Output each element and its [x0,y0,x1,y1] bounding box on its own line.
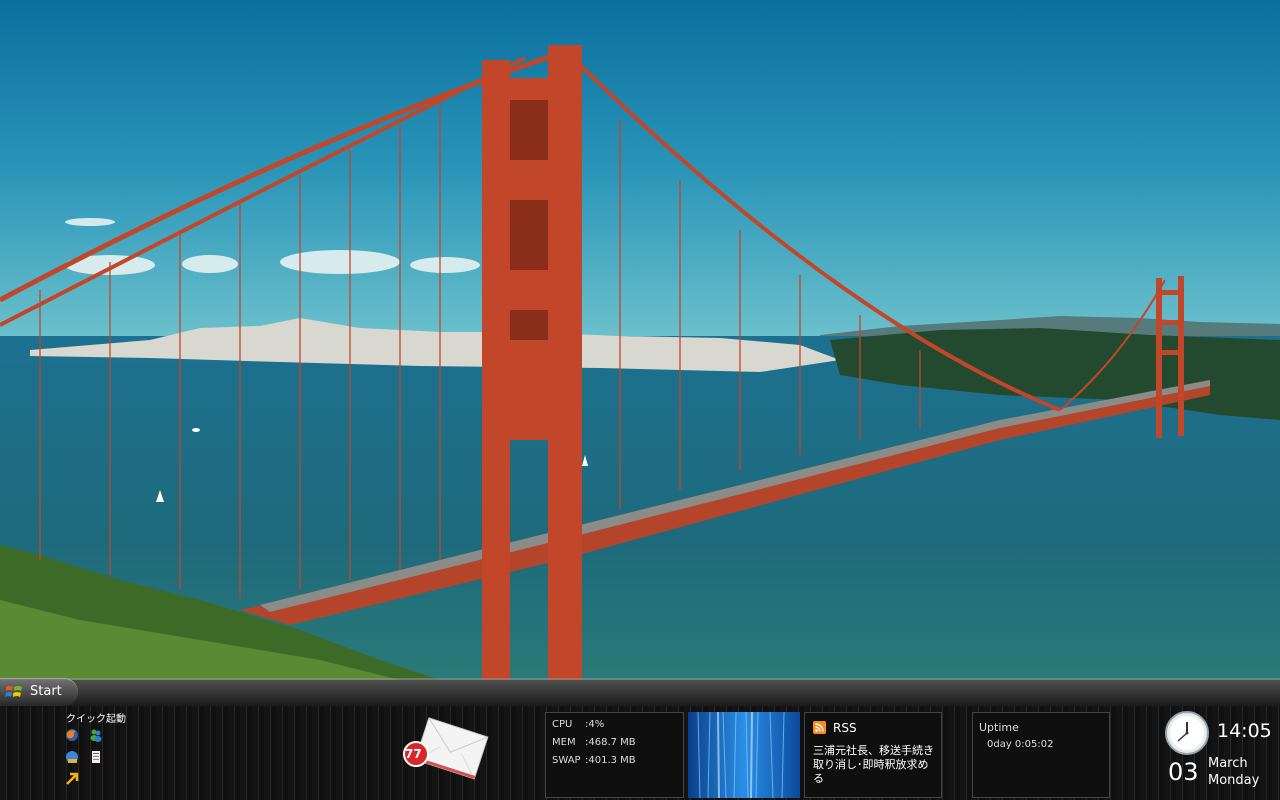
swap-label: SWAP [552,755,581,766]
clock-weekday: Monday [1208,773,1260,788]
media-visualizer [688,712,800,798]
rss-panel: RSS 三浦元社長、移送手続き取り消し･即時釈放求める [804,712,942,798]
arrow-icon[interactable] [65,772,79,786]
mem-value: :468.7 MB [585,737,636,748]
swap-value: :401.3 MB [585,755,636,766]
clock-day: 03 [1168,758,1199,786]
analog-clock-icon [1165,711,1209,755]
cpu-value: :4% [585,719,605,730]
uptime-value: 0day 0:05:02 [987,739,1054,750]
clock-month: March [1208,756,1248,771]
cpu-label: CPU [552,719,573,730]
rss-headline[interactable]: 三浦元社長、移送手続き取り消し･即時釈放求める [813,744,937,786]
quick-launch-title: クイック起動 [66,714,126,725]
messenger-icon[interactable] [89,728,103,742]
mail-unread-badge: 77 [405,747,422,761]
rss-icon [813,721,826,734]
sidebar-dock: クイック起動 77 CPU :4% MEM :468.7 MB SWAP :40… [0,706,1280,800]
system-monitor-panel: CPU :4% MEM :468.7 MB SWAP :401.3 MB [545,712,684,798]
clock-time: 14:05 [1217,720,1272,742]
uptime-title: Uptime [979,721,1019,734]
browser-icon[interactable] [65,750,79,764]
notepad-icon[interactable] [89,750,103,764]
start-button[interactable]: Start [0,678,78,706]
mem-label: MEM [552,737,576,748]
uptime-panel: Uptime 0day 0:05:02 [972,712,1110,798]
taskbar: Start [0,678,1280,706]
firefox-icon[interactable] [65,728,79,742]
windows-logo-icon [5,686,22,697]
rss-title: RSS [833,721,857,735]
start-label: Start [30,684,62,699]
